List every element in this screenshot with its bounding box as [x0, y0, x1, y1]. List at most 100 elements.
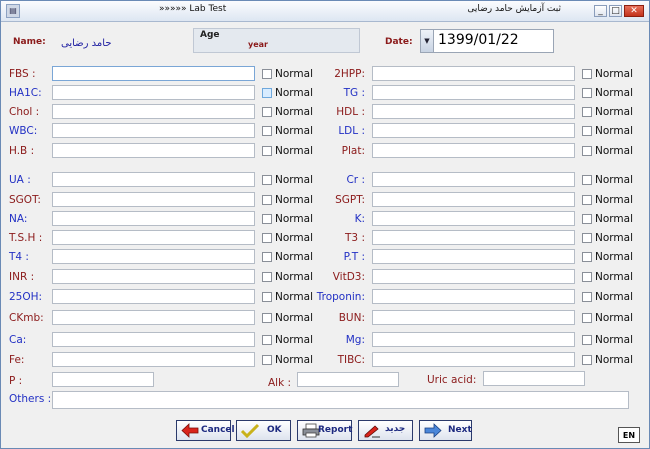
checkbox-normal-chol[interactable]: [262, 107, 272, 117]
cancel-button[interactable]: Cancel: [176, 420, 235, 441]
input-troponin[interactable]: [372, 289, 575, 304]
normal-label-tg: Normal: [595, 87, 633, 99]
input-chol[interactable]: [52, 104, 255, 119]
label-hdl: HDL :: [336, 106, 365, 118]
checkbox-normal-t4[interactable]: [262, 252, 272, 262]
normal-label-25oh: Normal: [275, 291, 313, 303]
checkbox-normal-ua[interactable]: [262, 175, 272, 185]
input-sgpt[interactable]: [372, 192, 575, 207]
input-fe[interactable]: [52, 352, 255, 367]
ok-button[interactable]: OK: [236, 420, 291, 441]
title-bar[interactable]: ▤ »»»»» Lab Test ثبت آزمایش حامد رضایی _…: [1, 1, 649, 22]
label-bun: BUN:: [338, 312, 365, 324]
input-ca[interactable]: [52, 332, 255, 347]
input-mg[interactable]: [372, 332, 575, 347]
input-ldl[interactable]: [372, 123, 575, 138]
report-button[interactable]: Report: [297, 420, 352, 441]
input-t3[interactable]: [372, 230, 575, 245]
new-record-icon: [364, 425, 380, 438]
checkbox-normal-bun[interactable]: [582, 313, 592, 323]
input-vitd3[interactable]: [372, 269, 575, 284]
input-tibc[interactable]: [372, 352, 575, 367]
checkbox-normal-wbc[interactable]: [262, 126, 272, 136]
p-label: P :: [9, 375, 23, 387]
new-button[interactable]: جدید: [358, 420, 413, 441]
label-inr: INR :: [9, 271, 35, 283]
input-cr[interactable]: [372, 172, 575, 187]
label-ldl: LDL :: [338, 125, 365, 137]
checkbox-normal-fe[interactable]: [262, 355, 272, 365]
input-t4[interactable]: [52, 249, 255, 264]
input-plat[interactable]: [372, 143, 575, 158]
input-sgot[interactable]: [52, 192, 255, 207]
checkbox-normal-ckmb[interactable]: [262, 313, 272, 323]
app-icon: ▤: [6, 4, 20, 18]
input-ha1c[interactable]: [52, 85, 255, 100]
input-ckmb[interactable]: [52, 310, 255, 325]
checkbox-normal-t3[interactable]: [582, 233, 592, 243]
checkbox-normal-plat[interactable]: [582, 146, 592, 156]
next-button[interactable]: Next: [419, 420, 472, 441]
normal-label-ua: Normal: [275, 174, 313, 186]
normal-label-vitd3: Normal: [595, 271, 633, 283]
checkbox-normal-ca[interactable]: [262, 335, 272, 345]
checkbox-normal-cr[interactable]: [582, 175, 592, 185]
title-left: »»»»» Lab Test: [159, 4, 227, 14]
patient-name: حامد رضایی: [61, 38, 112, 49]
checkbox-normal-25oh[interactable]: [262, 292, 272, 302]
checkbox-normal-hb[interactable]: [262, 146, 272, 156]
checkbox-normal-hdl[interactable]: [582, 107, 592, 117]
label-ua: UA :: [9, 174, 31, 186]
age-box: Age year: [193, 28, 360, 53]
p-input[interactable]: [52, 372, 154, 387]
input-2hpp[interactable]: [372, 66, 575, 81]
checkbox-normal-na[interactable]: [262, 214, 272, 224]
lab-test-window: ▤ »»»»» Lab Test ثبت آزمایش حامد رضایی _…: [0, 0, 650, 449]
checkbox-normal-vitd3[interactable]: [582, 272, 592, 282]
date-label: Date:: [385, 37, 413, 47]
input-tsh[interactable]: [52, 230, 255, 245]
input-fbs[interactable]: [52, 66, 255, 81]
normal-label-ckmb: Normal: [275, 312, 313, 324]
input-na[interactable]: [52, 211, 255, 226]
minimize-button[interactable]: _: [594, 5, 607, 17]
alk-input[interactable]: [297, 372, 399, 387]
input-inr[interactable]: [52, 269, 255, 284]
maximize-button[interactable]: □: [609, 5, 622, 17]
checkbox-normal-ldl[interactable]: [582, 126, 592, 136]
checkbox-normal-tg[interactable]: [582, 88, 592, 98]
input-tg[interactable]: [372, 85, 575, 100]
label-tsh: T.S.H :: [9, 232, 43, 244]
input-25oh[interactable]: [52, 289, 255, 304]
language-button[interactable]: EN: [618, 427, 640, 443]
checkbox-normal-2hpp[interactable]: [582, 69, 592, 79]
checkbox-normal-fbs[interactable]: [262, 69, 272, 79]
close-button[interactable]: ✕: [624, 5, 644, 17]
checkbox-normal-pt[interactable]: [582, 252, 592, 262]
date-picker[interactable]: ▼ 1399/01/22: [420, 29, 554, 53]
checkbox-normal-tibc[interactable]: [582, 355, 592, 365]
input-hb[interactable]: [52, 143, 255, 158]
checkbox-normal-sgot[interactable]: [262, 195, 272, 205]
label-troponin: Troponin:: [316, 291, 365, 303]
checkbox-normal-k[interactable]: [582, 214, 592, 224]
checkbox-normal-mg[interactable]: [582, 335, 592, 345]
uric-acid-input[interactable]: [483, 371, 585, 386]
input-pt[interactable]: [372, 249, 575, 264]
label-vitd3: VitD3:: [332, 271, 365, 283]
checkbox-normal-troponin[interactable]: [582, 292, 592, 302]
input-hdl[interactable]: [372, 104, 575, 119]
checkbox-normal-inr[interactable]: [262, 272, 272, 282]
input-bun[interactable]: [372, 310, 575, 325]
others-input[interactable]: [52, 391, 629, 409]
checkbox-normal-tsh[interactable]: [262, 233, 272, 243]
input-ua[interactable]: [52, 172, 255, 187]
input-wbc[interactable]: [52, 123, 255, 138]
checkbox-normal-sgpt[interactable]: [582, 195, 592, 205]
checkbox-normal-ha1c[interactable]: [262, 88, 272, 98]
arrow-right-icon: [424, 423, 442, 438]
input-k[interactable]: [372, 211, 575, 226]
chevron-down-icon[interactable]: ▼: [421, 30, 434, 52]
label-mg: Mg:: [345, 334, 365, 346]
normal-label-na: Normal: [275, 213, 313, 225]
